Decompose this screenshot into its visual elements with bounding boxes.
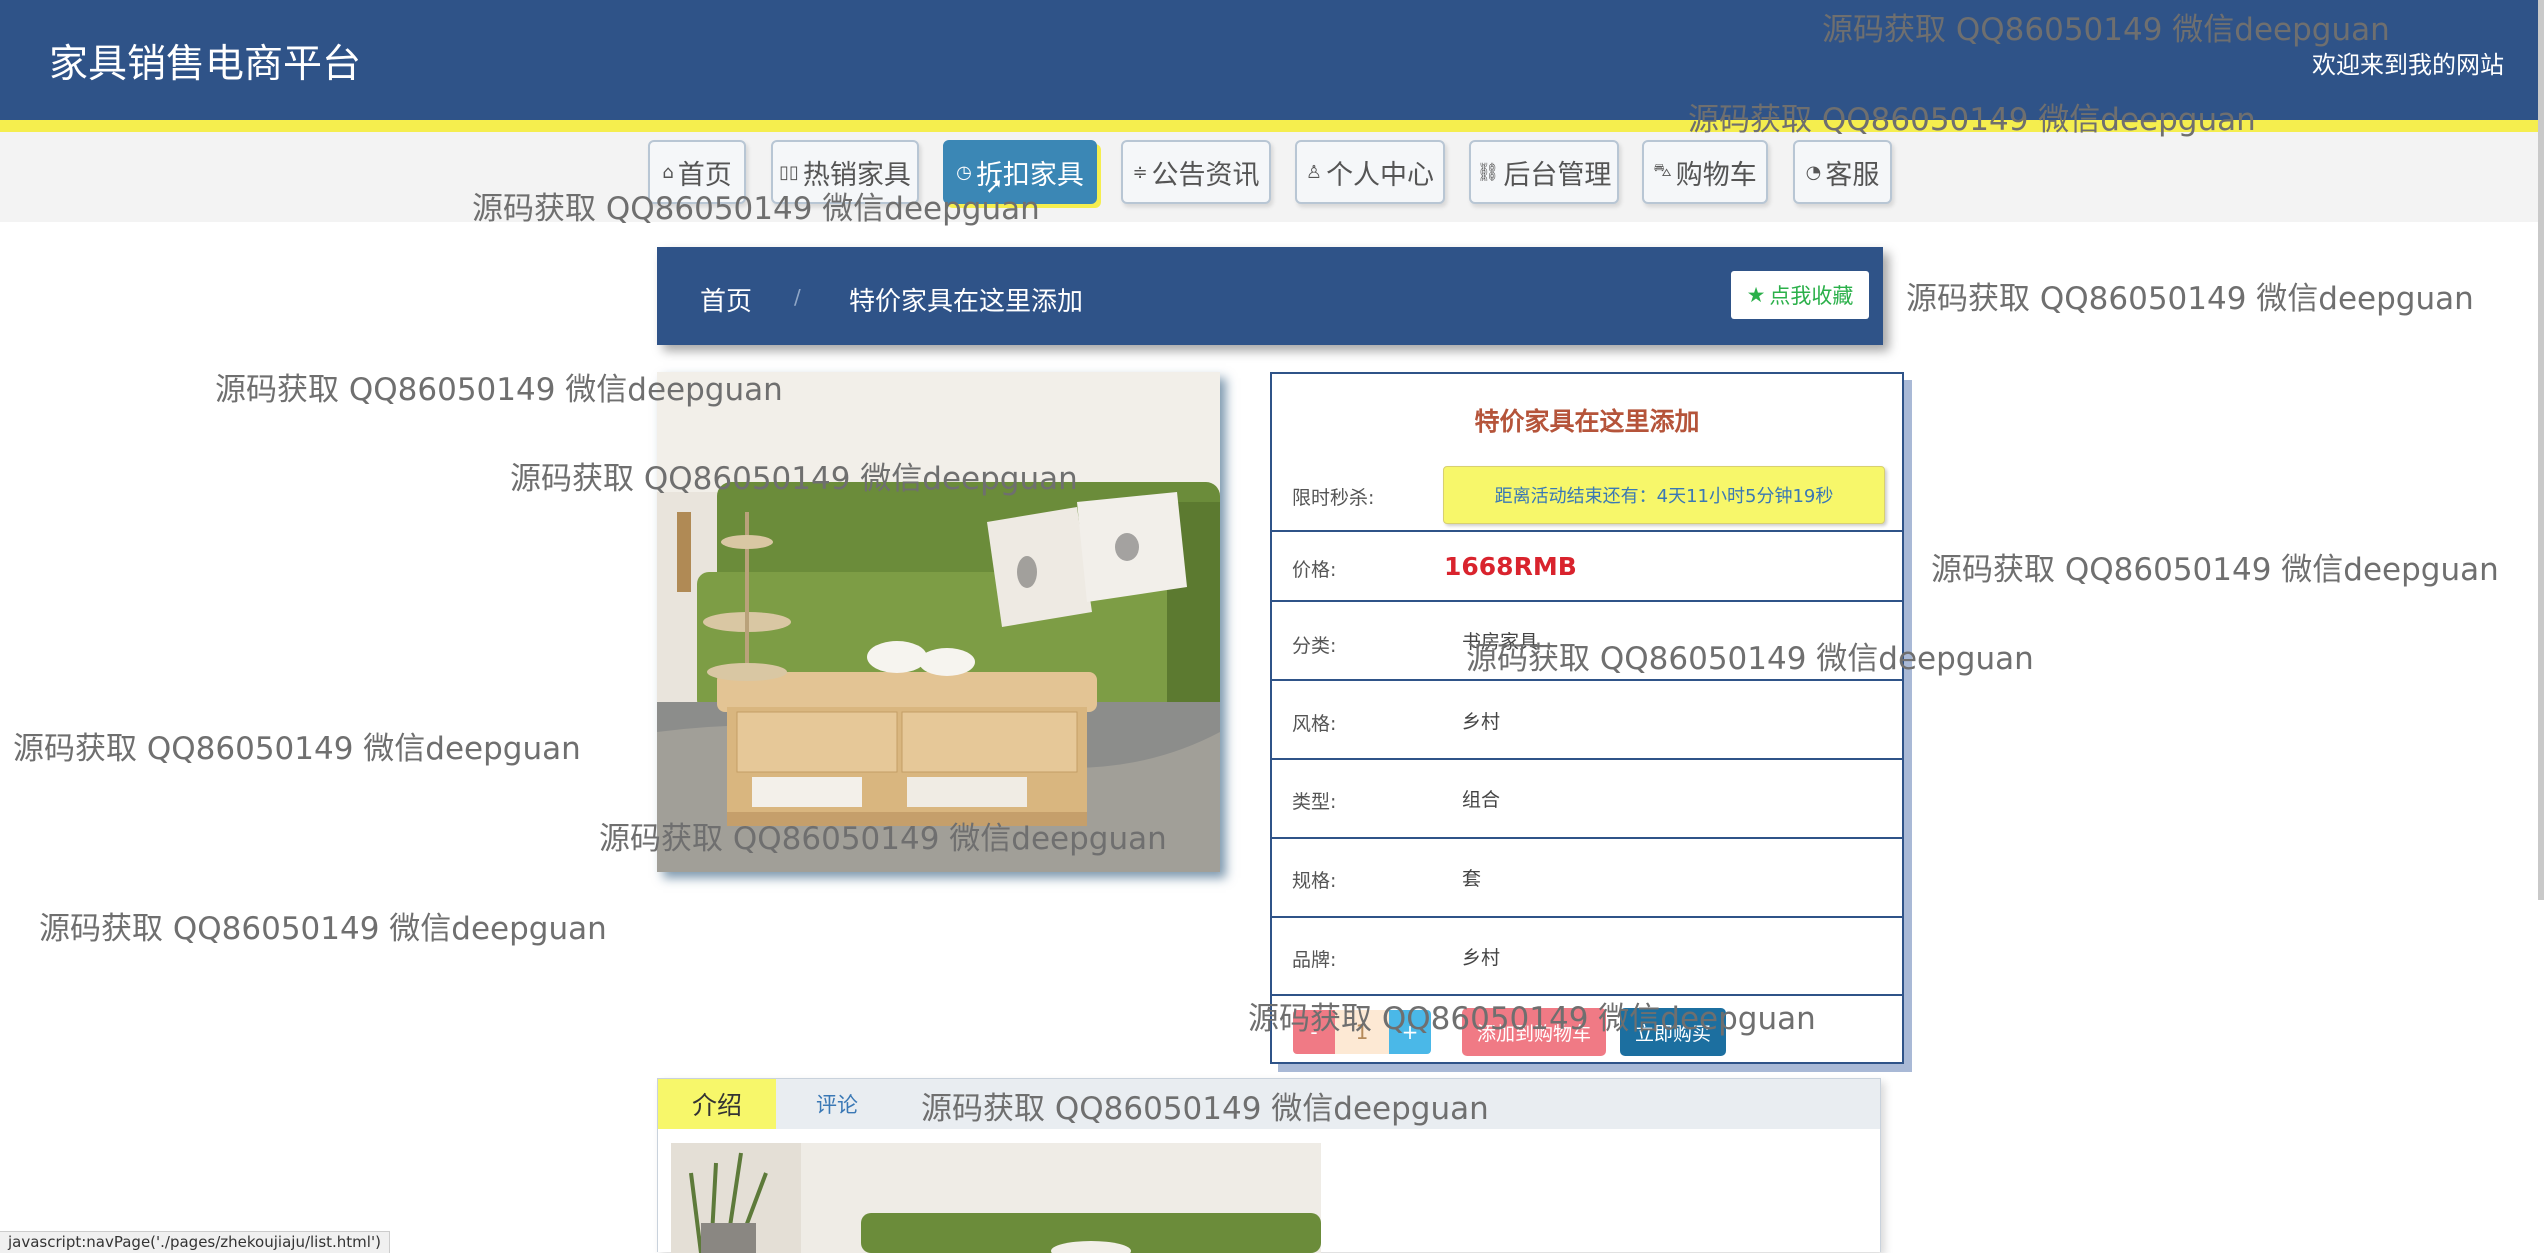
buy-now-button[interactable]: 立即购买	[1620, 1008, 1726, 1056]
breadcrumb: 首页 / 特价家具在这里添加 ★ 点我收藏	[657, 247, 1883, 345]
tab-header: 介绍 评论	[658, 1079, 1880, 1129]
nav-home[interactable]: ⌂ 首页	[648, 140, 746, 204]
nav-label: 公告资讯	[1151, 159, 1260, 191]
main-nav	[0, 132, 2544, 222]
countdown-timer: 距离活动结束还有：4天11小时5分钟19秒	[1443, 466, 1885, 524]
favorite-label: 点我收藏	[1769, 284, 1854, 308]
star-icon: ★	[1746, 283, 1766, 307]
type-value: 组合	[1462, 789, 1501, 811]
quantity-increase-button[interactable]: +	[1389, 1010, 1431, 1054]
page-scrollbar[interactable]	[2538, 0, 2544, 900]
chat-icon: ◔	[1805, 161, 1822, 183]
intro-photo	[671, 1143, 1321, 1253]
nav-label: 后台管理	[1503, 159, 1612, 191]
quantity-input[interactable]: 1	[1335, 1010, 1389, 1054]
price-label: 价格:	[1292, 559, 1337, 581]
site-header: 家具销售电商平台 欢迎来到我的网站	[0, 0, 2544, 120]
clock-icon: ◷	[956, 161, 972, 183]
add-to-cart-button[interactable]: 添加到购物车	[1462, 1008, 1606, 1056]
product-title: 特价家具在这里添加	[1474, 407, 1700, 436]
cart-icon: ⛍	[1653, 160, 1672, 181]
nav-hot-furniture[interactable]: ▯▯ 热销家具	[771, 140, 919, 204]
row-divider	[1272, 916, 1902, 918]
intro-image	[671, 1143, 1321, 1253]
sofa-photo	[657, 372, 1220, 872]
type-label: 类型:	[1292, 791, 1337, 813]
nav-personal-center[interactable]: ♙ 个人中心	[1295, 140, 1445, 204]
header-accent-stripe	[0, 120, 2544, 132]
quantity-decrease-button[interactable]: -	[1293, 1010, 1335, 1054]
row-divider	[1272, 679, 1902, 681]
brand-value: 乡村	[1462, 947, 1501, 969]
tab-intro[interactable]: 介绍	[658, 1079, 776, 1129]
breadcrumb-separator: /	[794, 285, 801, 309]
home-icon: ⌂	[662, 161, 674, 183]
spec-value: 套	[1462, 868, 1482, 890]
link-icon: ⛓	[1476, 161, 1500, 183]
sliders-icon: ≑	[1132, 161, 1148, 183]
welcome-text: 欢迎来到我的网站	[2312, 51, 2504, 79]
watermark: 源码获取 QQ86050149 微信deepguan	[1906, 281, 2474, 317]
watermark: 源码获取 QQ86050149 微信deepguan	[1931, 552, 2499, 588]
site-brand[interactable]: 家具销售电商平台	[49, 33, 361, 89]
row-divider	[1272, 530, 1902, 532]
watermark: 源码获取 QQ86050149 微信deepguan	[39, 911, 607, 947]
product-info-panel: 特价家具在这里添加 限时秒杀: 距离活动结束还有：4天11小时5分钟19秒 价格…	[1270, 372, 1904, 1064]
row-divider	[1272, 600, 1902, 602]
nav-announcements[interactable]: ≑ 公告资讯	[1121, 140, 1271, 204]
style-label: 风格:	[1292, 713, 1337, 735]
brand-label: 品牌:	[1292, 949, 1337, 971]
countdown-label: 限时秒杀:	[1292, 487, 1375, 509]
row-divider	[1272, 758, 1902, 760]
user-icon: ♙	[1305, 161, 1323, 183]
grid-icon: ▯▯	[779, 161, 799, 183]
nav-label: 热销家具	[802, 159, 911, 191]
nav-discount-furniture[interactable]: ◷ 折扣家具 ➚	[943, 140, 1097, 204]
mouse-cursor-icon: ➚	[985, 174, 1004, 199]
category-value: 书房家具	[1462, 631, 1539, 653]
browser-status-url: javascript:navPage('./pages/zhekoujiaju/…	[0, 1231, 390, 1253]
nav-label: 客服	[1825, 159, 1880, 191]
nav-cart[interactable]: ⛍ 购物车	[1642, 140, 1768, 204]
row-divider	[1272, 994, 1902, 996]
breadcrumb-current: 特价家具在这里添加	[849, 287, 1084, 317]
style-value: 乡村	[1462, 711, 1501, 733]
price-value: 1668RMB	[1444, 552, 1577, 581]
nav-label: 个人中心	[1326, 159, 1435, 191]
product-image[interactable]	[657, 372, 1220, 872]
nav-label: 购物车	[1675, 159, 1757, 191]
nav-customer-service[interactable]: ◔ 客服	[1793, 140, 1892, 204]
nav-label: 首页	[677, 159, 732, 191]
row-divider	[1272, 837, 1902, 839]
favorite-button[interactable]: ★ 点我收藏	[1731, 271, 1869, 319]
watermark: 源码获取 QQ86050149 微信deepguan	[13, 731, 581, 767]
spec-label: 规格:	[1292, 870, 1337, 892]
nav-admin[interactable]: ⛓ 后台管理	[1469, 140, 1619, 204]
tab-review[interactable]: 评论	[778, 1079, 896, 1129]
category-label: 分类:	[1292, 635, 1337, 657]
detail-tabs: 介绍 评论	[657, 1078, 1881, 1253]
breadcrumb-home[interactable]: 首页	[700, 281, 752, 318]
